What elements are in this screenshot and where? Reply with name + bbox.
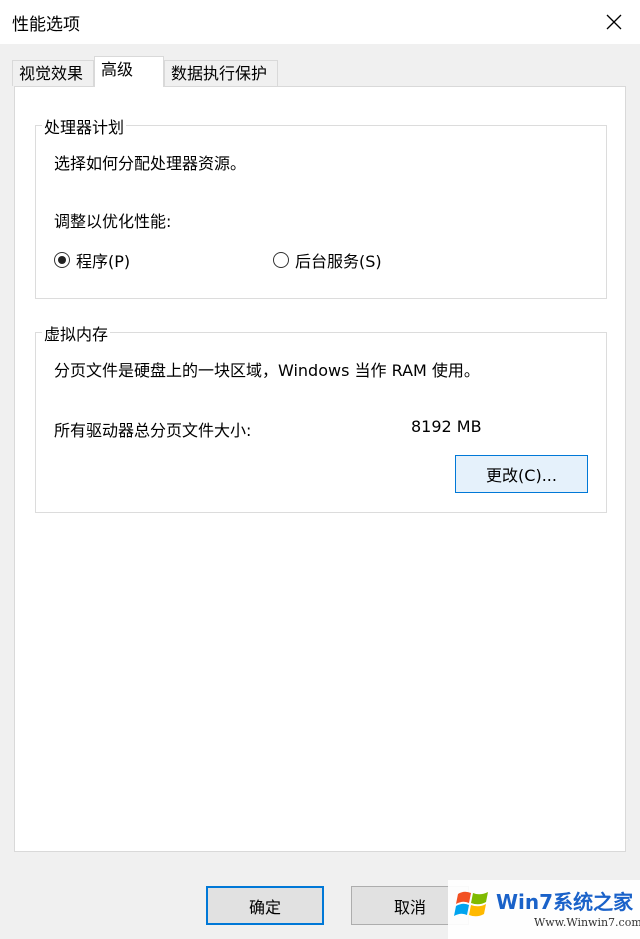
group-title: 处理器计划	[42, 114, 127, 138]
processor-description: 选择如何分配处理器资源。	[54, 154, 247, 173]
radio-background-services[interactable]: 后台服务(S)	[273, 248, 382, 272]
watermark: Win7系统之家 Www.Winwin7.com	[448, 880, 640, 939]
watermark-url: Www.Winwin7.com	[534, 916, 640, 929]
tab-dep[interactable]: 数据执行保护	[164, 60, 278, 86]
title-bar: 性能选项	[0, 0, 640, 44]
group-title: 虚拟内存	[42, 321, 111, 345]
change-button[interactable]: 更改(C)...	[455, 455, 588, 493]
radio-programs[interactable]: 程序(P)	[54, 248, 130, 272]
button-label: 取消	[393, 897, 426, 917]
tab-advanced[interactable]: 高级	[94, 56, 164, 87]
tab-strip: 视觉效果 高级 数据执行保护	[12, 56, 628, 87]
close-icon[interactable]	[600, 8, 628, 36]
tab-label: 数据执行保护	[171, 64, 268, 83]
adjust-label: 调整以优化性能:	[54, 212, 172, 231]
total-paging-label: 所有驱动器总分页文件大小:	[54, 421, 252, 440]
radio-selected-dot	[58, 256, 66, 264]
total-paging-value: 8192 MB	[411, 417, 482, 436]
button-label: 更改(C)...	[486, 466, 557, 485]
radio-label: 后台服务(S)	[295, 252, 382, 271]
tab-label: 高级	[101, 60, 134, 79]
radio-circle[interactable]	[273, 252, 289, 268]
radio-circle[interactable]	[54, 252, 70, 268]
processor-scheduling-group: 处理器计划 选择如何分配处理器资源。 调整以优化性能: 程序(P) 后台服务(S…	[35, 114, 607, 299]
radio-label: 程序(P)	[76, 252, 131, 271]
windows-flag-icon	[454, 886, 492, 928]
tab-label: 视觉效果	[19, 64, 84, 83]
virtual-memory-description: 分页文件是硬盘上的一块区域，Windows 当作 RAM 使用。	[54, 361, 480, 380]
button-label: 确定	[248, 897, 281, 917]
ok-button[interactable]: 确定	[206, 886, 324, 925]
tab-panel-advanced: 处理器计划 选择如何分配处理器资源。 调整以优化性能: 程序(P) 后台服务(S…	[14, 86, 626, 852]
window-title: 性能选项	[12, 15, 80, 35]
virtual-memory-group: 虚拟内存 分页文件是硬盘上的一块区域，Windows 当作 RAM 使用。 所有…	[35, 321, 607, 513]
watermark-brand: Win7系统之家	[496, 890, 634, 914]
tab-visual-effects[interactable]: 视觉效果	[12, 60, 94, 86]
